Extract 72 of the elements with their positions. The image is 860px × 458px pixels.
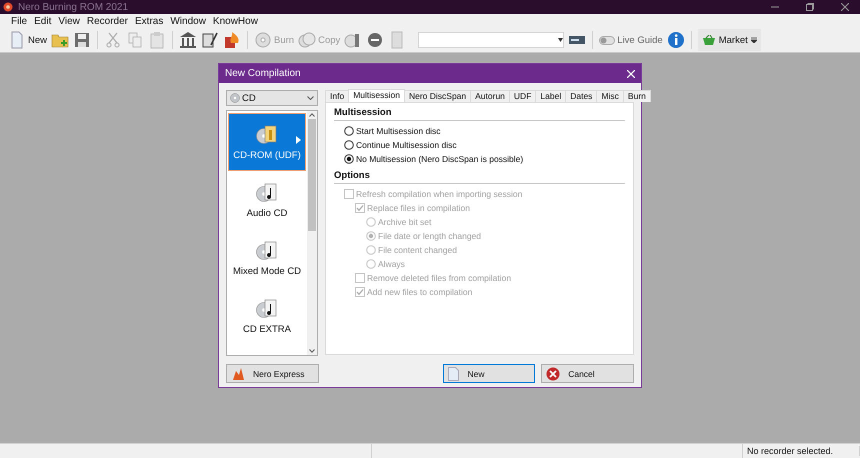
scrollbar[interactable]	[307, 111, 317, 355]
tab[interactable]: Burn	[622, 90, 651, 102]
compilation-item[interactable]: CD-ROM (UDF)	[228, 113, 306, 171]
chevron-up-icon[interactable]	[309, 113, 315, 117]
chevron-down-icon	[307, 96, 314, 100]
option-label: Always	[378, 259, 405, 269]
compilation-item[interactable]: Mixed Mode CD	[228, 229, 306, 287]
compilation-item[interactable]: CD EXTRA	[228, 287, 306, 345]
music-disc-icon	[256, 182, 278, 204]
app-logo-icon	[3, 2, 13, 12]
flame-box-icon[interactable]	[223, 31, 242, 49]
tab[interactable]: Multisession	[348, 89, 405, 102]
paste-icon[interactable]	[148, 31, 166, 49]
option-label: Start Multisession disc	[356, 126, 441, 136]
info-icon[interactable]	[666, 31, 685, 49]
save-icon[interactable]	[73, 31, 92, 49]
music-disc-icon	[256, 240, 278, 262]
tab[interactable]: Dates	[565, 90, 598, 102]
option-label: Replace files in compilation	[367, 203, 470, 213]
tab[interactable]: Info	[325, 90, 350, 102]
radio-button[interactable]	[344, 126, 354, 136]
media-dropdown[interactable]: CD	[226, 90, 318, 106]
dialog-title: New Compilation	[225, 68, 301, 79]
music-disc-icon	[256, 298, 278, 320]
arrow-right-icon	[296, 136, 301, 144]
tab[interactable]: Misc	[596, 90, 624, 102]
close-icon[interactable]	[841, 3, 849, 11]
burn-disc-icon[interactable]	[254, 31, 272, 49]
tab[interactable]: Autorun	[470, 90, 510, 102]
restore-icon[interactable]	[806, 3, 814, 11]
menu-item[interactable]: Window	[167, 16, 209, 26]
radio-button[interactable]	[344, 140, 354, 150]
copy-disc-icon[interactable]	[298, 31, 316, 49]
status-message: No recorder selected.	[743, 446, 860, 456]
section-heading: Multisession	[334, 107, 625, 121]
radio-button[interactable]	[344, 154, 354, 164]
cancel-button[interactable]: Cancel	[541, 364, 634, 383]
data-disc-icon	[256, 124, 278, 146]
dropdown-arrow-icon	[558, 38, 564, 42]
cancel-icon	[546, 366, 560, 380]
nero-express-button[interactable]: Nero Express	[226, 364, 319, 383]
option-label: No Multisession (Nero DiscSpan is possible)	[356, 154, 524, 164]
menu-item[interactable]: Recorder	[84, 16, 131, 26]
tab[interactable]: Label	[535, 90, 566, 102]
tab[interactable]: UDF	[508, 90, 536, 102]
live-guide-label: Live Guide	[617, 34, 663, 46]
scissors-icon[interactable]	[104, 31, 122, 49]
menu-item[interactable]: View	[55, 16, 83, 26]
copy-icon[interactable]	[126, 31, 144, 49]
document-icon	[448, 366, 460, 380]
option-label: File date or length changed	[378, 231, 482, 241]
chevron-down-icon[interactable]	[309, 349, 315, 353]
new-button[interactable]: New	[443, 364, 536, 383]
section-heading: Options	[334, 170, 625, 184]
menu-item[interactable]: Edit	[31, 16, 54, 26]
option-label: Remove deleted files from compilation	[367, 273, 512, 283]
basket-icon	[702, 35, 716, 45]
disc-icon	[230, 93, 240, 103]
option-label: Archive bit set	[378, 217, 432, 227]
compilation-item[interactable]: Audio CD	[228, 171, 306, 229]
window-title: Nero Burning ROM 2021	[18, 2, 128, 12]
overflow-icon[interactable]	[750, 37, 757, 43]
menu-item[interactable]: Extras	[132, 16, 166, 26]
option-label: Refresh compilation when importing session	[356, 189, 522, 199]
tab[interactable]: Nero DiscSpan	[404, 90, 472, 102]
menu-item[interactable]: KnowHow	[210, 16, 261, 26]
new-button[interactable]: New	[28, 34, 48, 46]
option-label: Add new files to compilation	[367, 287, 472, 297]
option-label: File content changed	[378, 245, 457, 255]
menu-item[interactable]: File	[8, 16, 30, 26]
toggle-switch[interactable]	[599, 36, 616, 44]
option-label: Continue Multisession disc	[356, 140, 457, 150]
